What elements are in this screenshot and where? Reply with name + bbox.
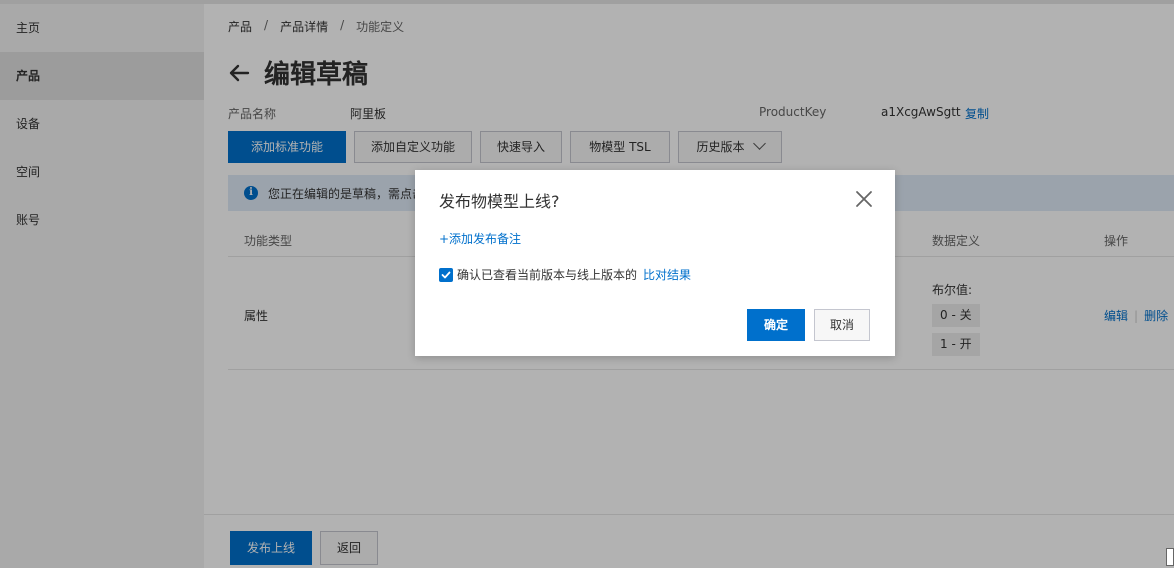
cancel-button[interactable]: 取消: [814, 309, 871, 341]
confirm-text: 确认已查看当前版本与线上版本的: [457, 268, 638, 282]
confirm-row: 确认已查看当前版本与线上版本的 比对结果: [439, 266, 691, 283]
compare-result-link[interactable]: 比对结果: [643, 266, 691, 283]
publish-dialog: 发布物模型上线? +添加发布备注 确认已查看当前版本与线上版本的 比对结果 确定…: [415, 170, 895, 356]
corner-widget[interactable]: [1166, 548, 1174, 566]
confirm-button[interactable]: 确定: [747, 309, 806, 341]
checkmark-icon: [441, 271, 451, 278]
confirm-checkbox[interactable]: [439, 267, 453, 282]
add-release-note-link[interactable]: +添加发布备注: [439, 230, 521, 247]
dialog-title: 发布物模型上线?: [439, 192, 560, 211]
close-icon[interactable]: [855, 190, 873, 208]
